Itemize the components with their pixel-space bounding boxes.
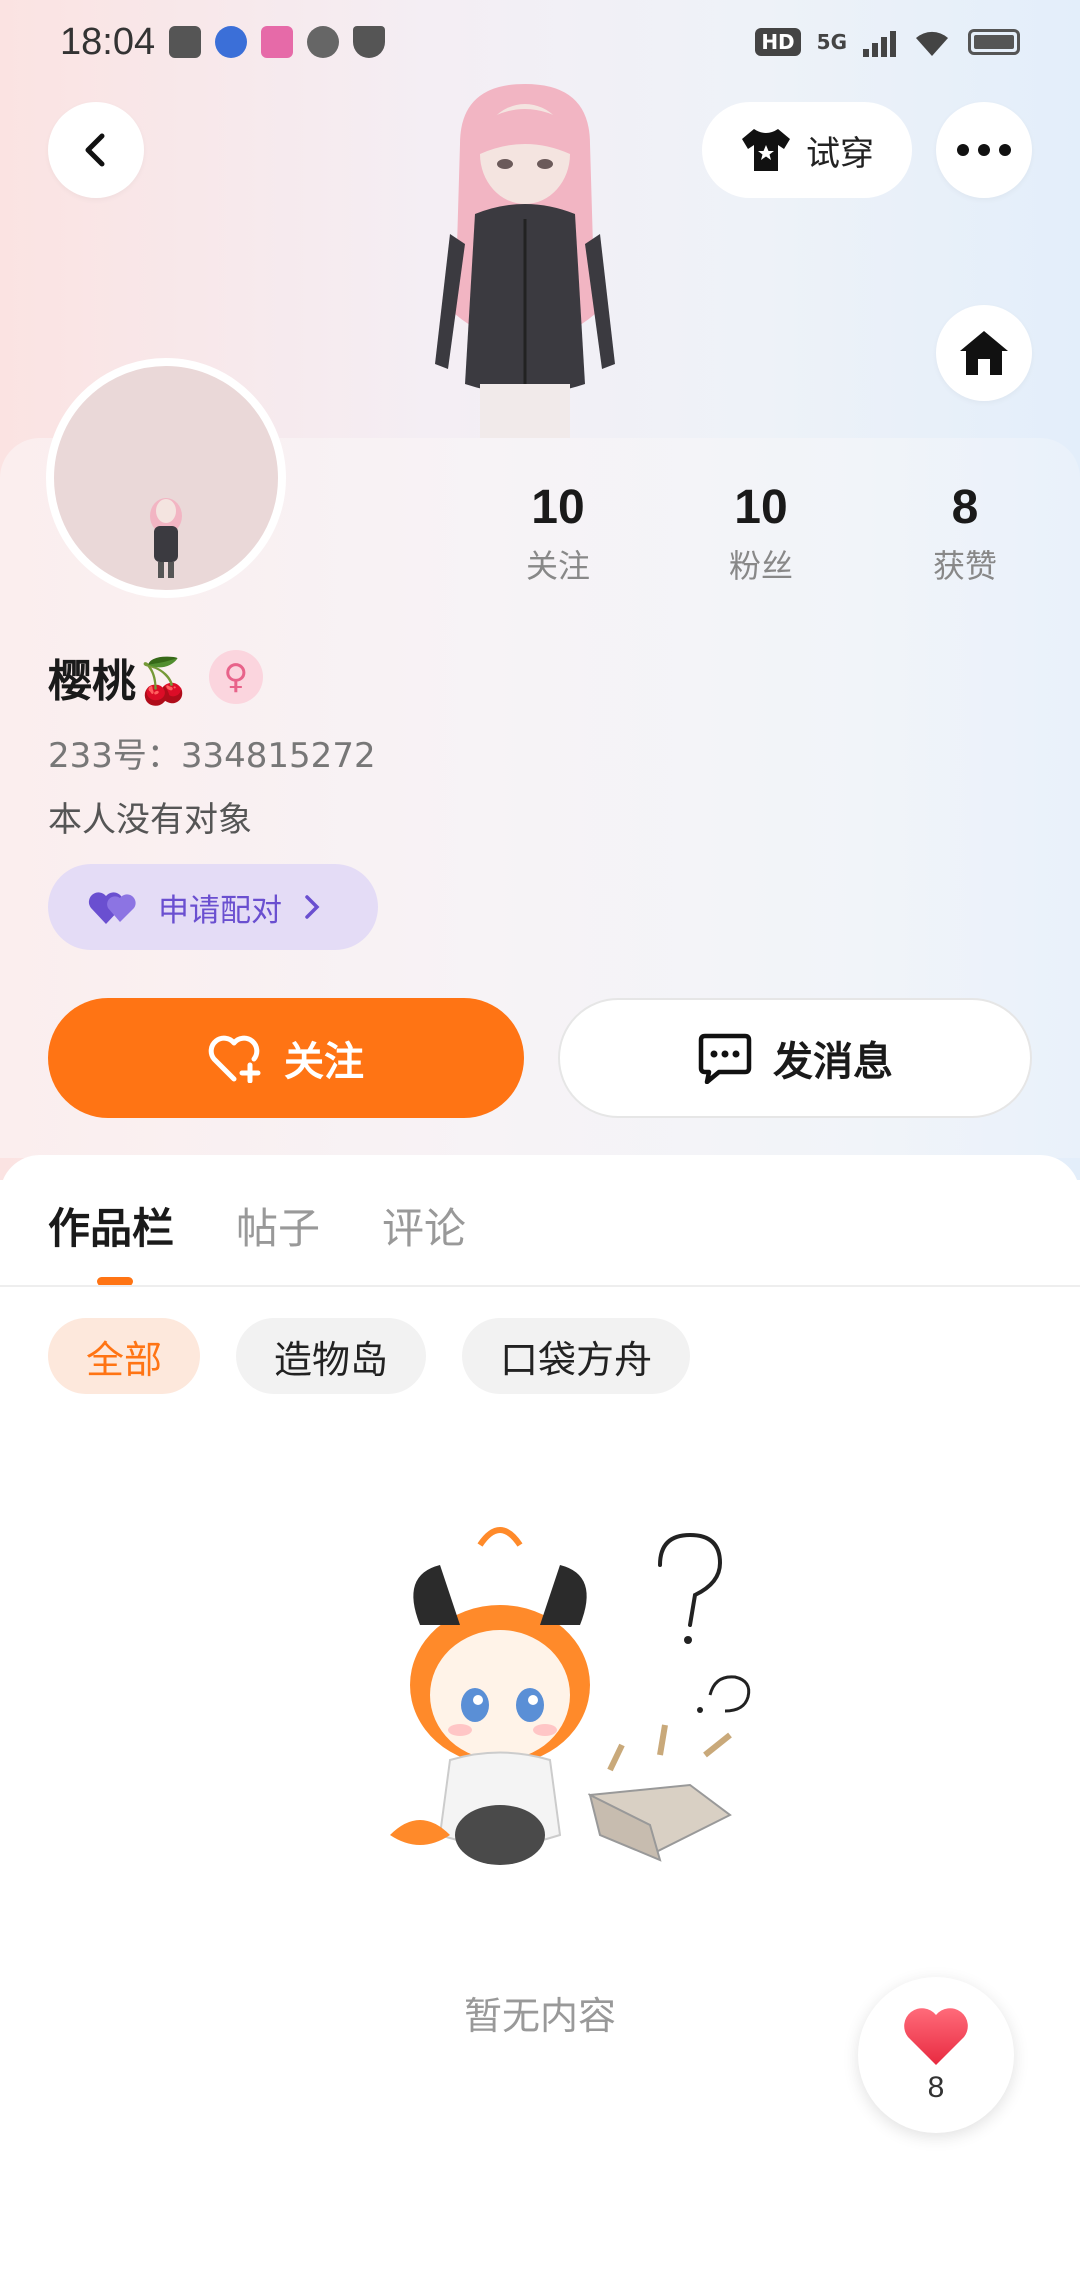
notification-icons xyxy=(169,26,386,58)
filter-chip-all[interactable]: 全部 xyxy=(48,1318,201,1394)
send-message-label: 发消息 xyxy=(773,1039,893,1085)
avatar[interactable] xyxy=(46,358,286,598)
send-message-button[interactable]: 发消息 xyxy=(558,998,1032,1118)
back-button[interactable] xyxy=(48,102,144,198)
empty-state-illustration xyxy=(390,1527,751,1865)
app-notification-icon xyxy=(169,26,202,58)
hd-badge: HD xyxy=(755,28,801,56)
apply-match-label: 申请配对 xyxy=(158,892,282,929)
planet-icon xyxy=(307,26,340,58)
avatar-character-icon xyxy=(150,498,182,578)
home-button[interactable] xyxy=(936,305,1032,401)
chevron-right-icon xyxy=(305,895,320,919)
stat-following-value: 10 xyxy=(531,481,585,534)
stat-following-label: 关注 xyxy=(525,547,590,585)
avatar-character-figure xyxy=(435,84,615,439)
more-icon xyxy=(957,144,1011,156)
signal-icon xyxy=(863,27,896,57)
heart-plus-icon xyxy=(208,1035,261,1083)
heart-icon xyxy=(904,2008,968,2065)
stat-likes: 8 获赞 xyxy=(885,480,1045,587)
stat-followers-value: 10 xyxy=(734,481,788,534)
status-time: 18:04 xyxy=(60,20,156,63)
tabs-divider xyxy=(0,1285,1080,1287)
system-indicators: HD 5G xyxy=(755,26,1020,58)
back-icon xyxy=(85,133,105,167)
female-gender-icon: ♀ xyxy=(208,650,263,704)
try-on-button[interactable]: 试穿 xyxy=(702,102,912,198)
name-row: 樱桃🍒 ♀ xyxy=(48,645,263,709)
game-app-icon xyxy=(261,26,294,58)
home-icon xyxy=(960,331,1008,375)
like-count: 8 xyxy=(927,2071,945,2104)
double-heart-icon xyxy=(88,892,136,924)
stat-likes-value: 8 xyxy=(951,481,979,534)
user-id: 233号：334815272 xyxy=(48,736,376,776)
follow-label: 关注 xyxy=(284,1039,364,1085)
apply-match-button[interactable]: 申请配对 xyxy=(48,864,378,950)
tab-posts[interactable]: 帖子 xyxy=(236,1195,320,1256)
follow-button[interactable]: 关注 xyxy=(48,998,524,1118)
filter-chips: 全部 造物岛 口袋方舟 xyxy=(48,1318,691,1394)
battery-icon xyxy=(968,29,1020,55)
more-button[interactable] xyxy=(936,102,1032,198)
stat-likes-label: 获赞 xyxy=(932,547,997,585)
content-tabs: 作品栏 帖子 评论 xyxy=(48,1195,466,1256)
stat-following[interactable]: 10 关注 xyxy=(478,480,638,587)
stat-followers[interactable]: 10 粉丝 xyxy=(681,480,841,587)
network-label: 5G xyxy=(816,30,847,54)
wifi-icon xyxy=(916,31,948,56)
stat-followers-label: 粉丝 xyxy=(728,547,793,585)
like-floating-button[interactable]: 8 xyxy=(858,1977,1014,2133)
shield-icon xyxy=(353,26,386,58)
tab-works[interactable]: 作品栏 xyxy=(48,1195,174,1256)
paw-icon xyxy=(215,26,248,58)
filter-chip-creation-island[interactable]: 造物岛 xyxy=(236,1318,427,1394)
status-bar: 18:04 HD 5G xyxy=(0,0,1080,84)
shirt-icon xyxy=(742,129,790,171)
username: 樱桃🍒 xyxy=(48,656,191,707)
user-bio: 本人没有对象 xyxy=(48,800,252,840)
chat-bubble-icon xyxy=(698,1033,752,1084)
try-on-label: 试穿 xyxy=(806,133,874,174)
tab-comments[interactable]: 评论 xyxy=(382,1195,466,1256)
filter-chip-pocket-ark[interactable]: 口袋方舟 xyxy=(462,1318,691,1394)
